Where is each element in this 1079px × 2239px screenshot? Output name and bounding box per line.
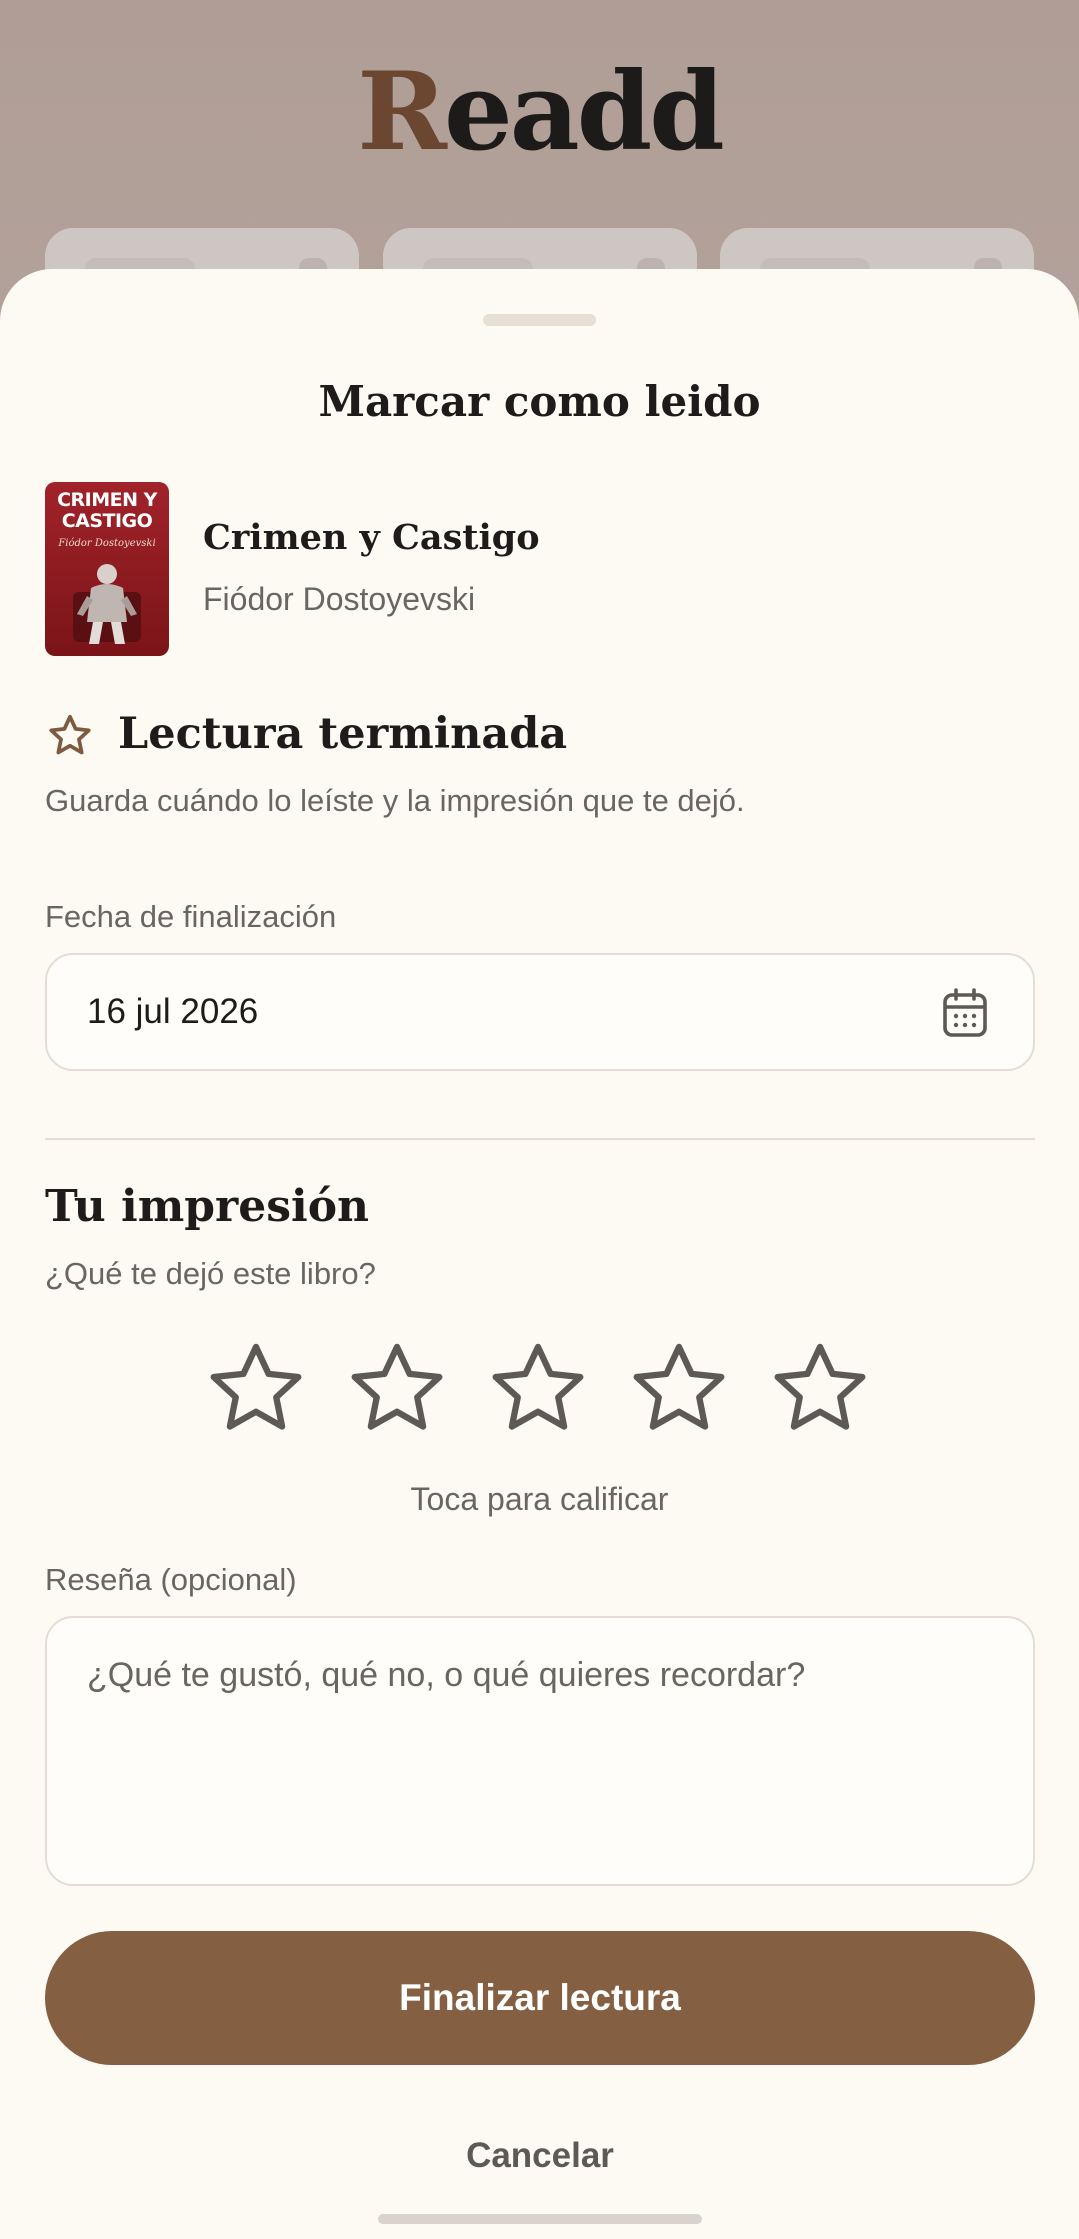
rating-hint: Toca para calificar [410,1481,669,1517]
app-background: Readd [0,0,1079,308]
section-divider [45,1138,1035,1140]
app-logo: Readd [357,49,724,175]
star-outline-icon [49,714,91,755]
book-cover: CRIMEN Y CASTIGO Fiódor Dostoyevski [45,482,169,656]
calendar-icon[interactable] [941,987,989,1039]
date-field-label: Fecha de finalización [45,899,337,934]
sheet-title: Marcar como leido [318,377,761,426]
cover-title: CRIMEN Y CASTIGO [57,489,157,532]
book-author: Fiódor Dostoyevski [203,581,476,617]
review-field-label: Reseña (opcional) [45,1562,297,1597]
sheet-drag-handle[interactable] [483,314,596,326]
impression-subtitle: ¿Qué te dejó este libro? [45,1256,376,1291]
review-textarea[interactable] [45,1616,1035,1886]
impression-title: Tu impresión [45,1181,370,1232]
rating-star-3-icon[interactable] [482,1337,594,1445]
finished-section-title: Lectura terminada [118,709,568,759]
finished-section-subtitle: Guarda cuándo lo leíste y la impresión q… [45,783,745,818]
rating-star-4-icon[interactable] [623,1337,735,1445]
cancel-button[interactable]: Cancelar [390,2121,690,2191]
cover-illustration [73,564,141,644]
rating-star-2-icon[interactable] [341,1337,453,1445]
finish-date-field[interactable]: 16 jul 2026 [45,953,1035,1071]
star-rating [200,1337,880,1447]
cover-author: Fiódor Dostoyevski [58,538,156,549]
rating-star-1-icon[interactable] [200,1337,312,1445]
finish-reading-button[interactable]: Finalizar lectura [45,1931,1035,2065]
mark-as-read-sheet: Marcar como leido CRIMEN Y CASTIGO Fiódo… [0,269,1079,2239]
home-indicator [378,2214,702,2224]
rating-star-5-icon[interactable] [764,1337,876,1445]
finish-date-value: 16 jul 2026 [87,992,259,1031]
book-title: Crimen y Castigo [203,517,540,558]
